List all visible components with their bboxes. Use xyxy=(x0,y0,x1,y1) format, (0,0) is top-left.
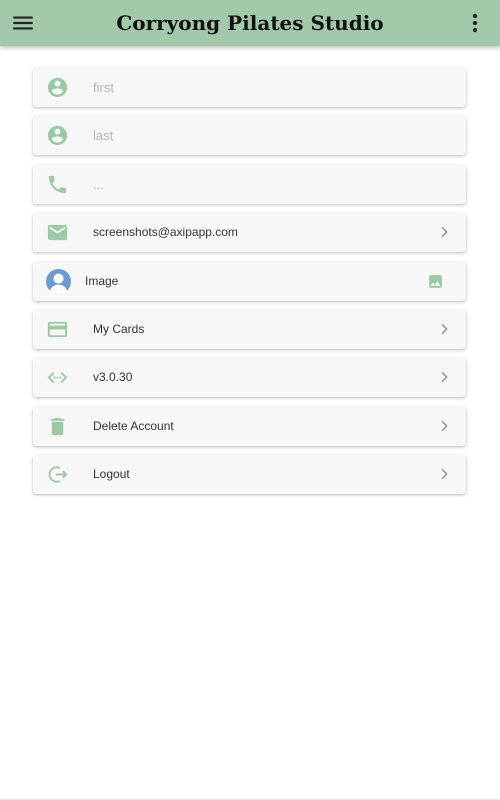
version-row[interactable]: v3.0.30 xyxy=(33,358,466,398)
account-circle-icon xyxy=(47,126,68,146)
image-row[interactable]: Image xyxy=(33,261,466,301)
trash-icon xyxy=(50,417,65,435)
menu-icon[interactable] xyxy=(10,10,36,36)
first-name-placeholder: first xyxy=(93,80,114,95)
email-icon xyxy=(47,225,68,241)
delete-account-label: Delete Account xyxy=(93,418,174,433)
last-name-placeholder: last xyxy=(93,128,114,144)
image-label: Image xyxy=(85,273,119,288)
phone-field[interactable]: ... xyxy=(33,164,466,204)
image-icon[interactable] xyxy=(427,273,444,290)
version-label: v3.0.30 xyxy=(93,370,133,385)
app-bar: Corryong Pilates Studio xyxy=(0,0,500,46)
chevron-right-icon xyxy=(441,323,448,335)
avatar-icon xyxy=(45,268,72,294)
credit-card-icon xyxy=(47,321,68,338)
last-name-field[interactable]: last xyxy=(33,116,466,156)
first-name-field[interactable]: first xyxy=(33,68,466,107)
chevron-right-icon xyxy=(441,227,448,238)
chevron-right-icon xyxy=(441,372,448,383)
delete-account-row[interactable]: Delete Account xyxy=(33,406,466,446)
email-value: screenshots@axipapp.com xyxy=(93,225,238,240)
account-circle-icon xyxy=(47,77,68,98)
chevron-right-icon xyxy=(441,468,448,480)
profile-list: first last ... screenshots@axipapp.com I… xyxy=(33,68,466,504)
chevron-right-icon xyxy=(441,420,448,431)
logout-row[interactable]: Logout xyxy=(33,455,466,495)
email-row[interactable]: screenshots@axipapp.com xyxy=(33,213,466,253)
my-cards-label: My Cards xyxy=(93,321,145,336)
phone-icon xyxy=(48,175,67,193)
logout-icon xyxy=(48,466,68,483)
app-title: Corryong Pilates Studio xyxy=(116,11,384,35)
logout-label: Logout xyxy=(93,467,130,482)
my-cards-row[interactable]: My Cards xyxy=(33,309,466,349)
phone-placeholder: ... xyxy=(93,176,104,192)
code-icon xyxy=(47,372,68,384)
more-vert-icon[interactable] xyxy=(462,10,488,36)
